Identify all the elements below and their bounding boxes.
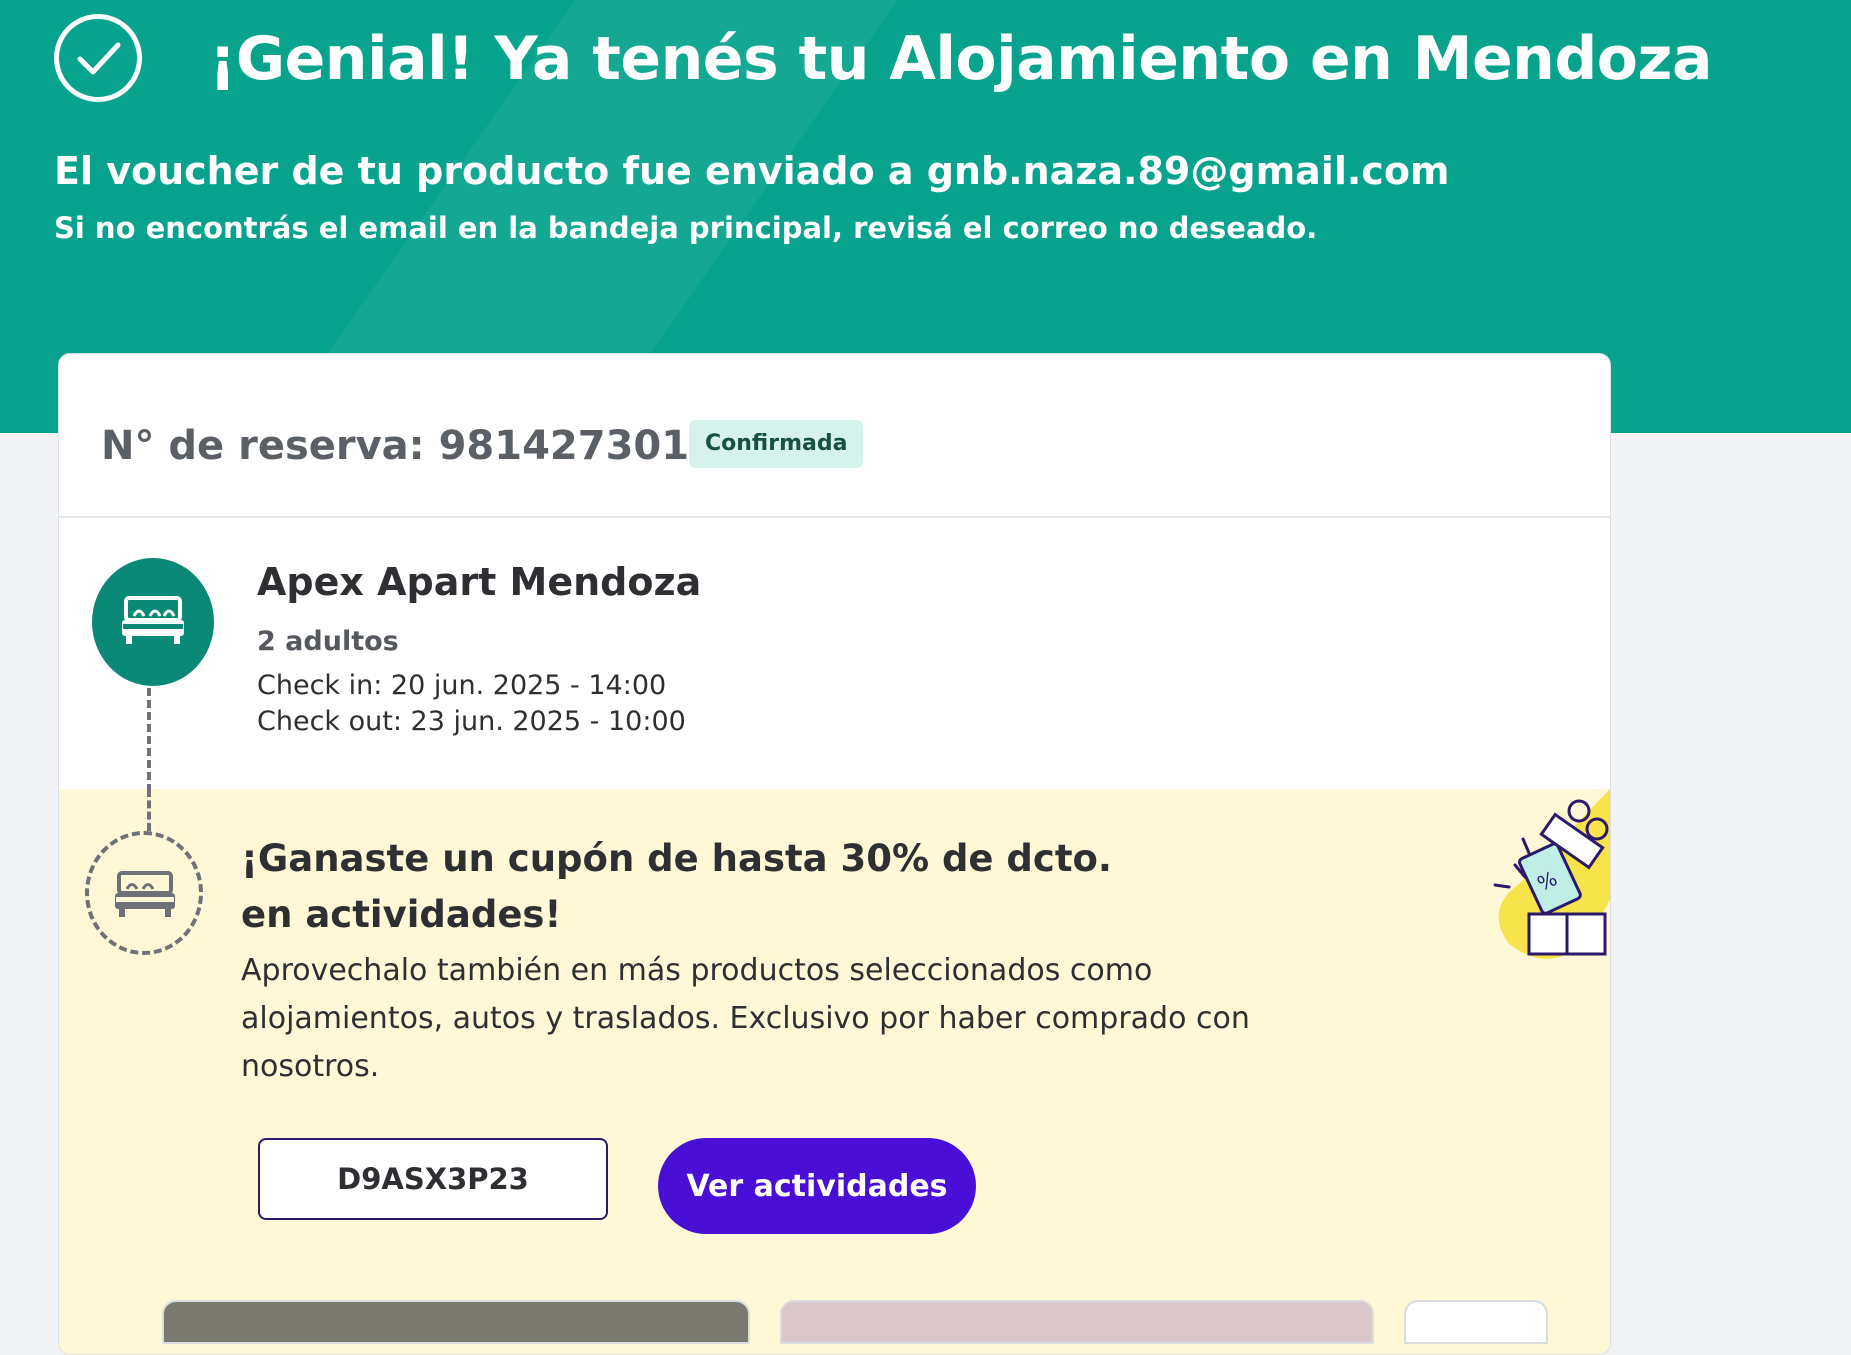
reservation-header: N° de reserva: 981427301200 Confirmada xyxy=(59,354,1610,518)
status-badge: Confirmada xyxy=(689,420,864,468)
ver-actividades-button[interactable]: Ver actividades xyxy=(658,1138,976,1234)
check-circle-icon xyxy=(54,14,142,102)
coupon-code[interactable]: D9ASX3P23 xyxy=(258,1138,608,1220)
promo-description: Aprovechalo también en más productos sel… xyxy=(241,953,1250,1084)
activity-thumbnail[interactable] xyxy=(162,1300,750,1344)
bed-icon xyxy=(92,558,214,686)
activity-thumbnail[interactable] xyxy=(1404,1300,1548,1344)
hotel-name: Apex Apart Mendoza xyxy=(257,560,702,604)
timeline-connector xyxy=(147,789,151,831)
gift-icon: % xyxy=(1479,789,1610,989)
page-title: ¡Genial! Ya tenés tu Alojamiento en Mend… xyxy=(209,24,1712,94)
reservation-number: N° de reserva: 981427301200 xyxy=(101,423,773,469)
check-out-date: Check out: 23 jun. 2025 - 10:00 xyxy=(257,706,686,737)
bed-outline-icon xyxy=(85,831,203,955)
voucher-message: El voucher de tu producto fue enviado a … xyxy=(54,149,1450,193)
check-in-date: Check in: 20 jun. 2025 - 14:00 xyxy=(257,670,667,701)
coupon-promo: ¡Ganaste un cupón de hasta 30% de dcto. … xyxy=(59,789,1610,1354)
activity-thumbnail[interactable] xyxy=(780,1300,1374,1344)
spam-hint: Si no encontrás el email en la bandeja p… xyxy=(54,211,1318,245)
hotel-details: Apex Apart Mendoza 2 adultos Check in: 2… xyxy=(59,518,1610,828)
hotel-guests: 2 adultos xyxy=(257,626,399,657)
promo-title: ¡Ganaste un cupón de hasta 30% de dcto. … xyxy=(241,837,1112,936)
